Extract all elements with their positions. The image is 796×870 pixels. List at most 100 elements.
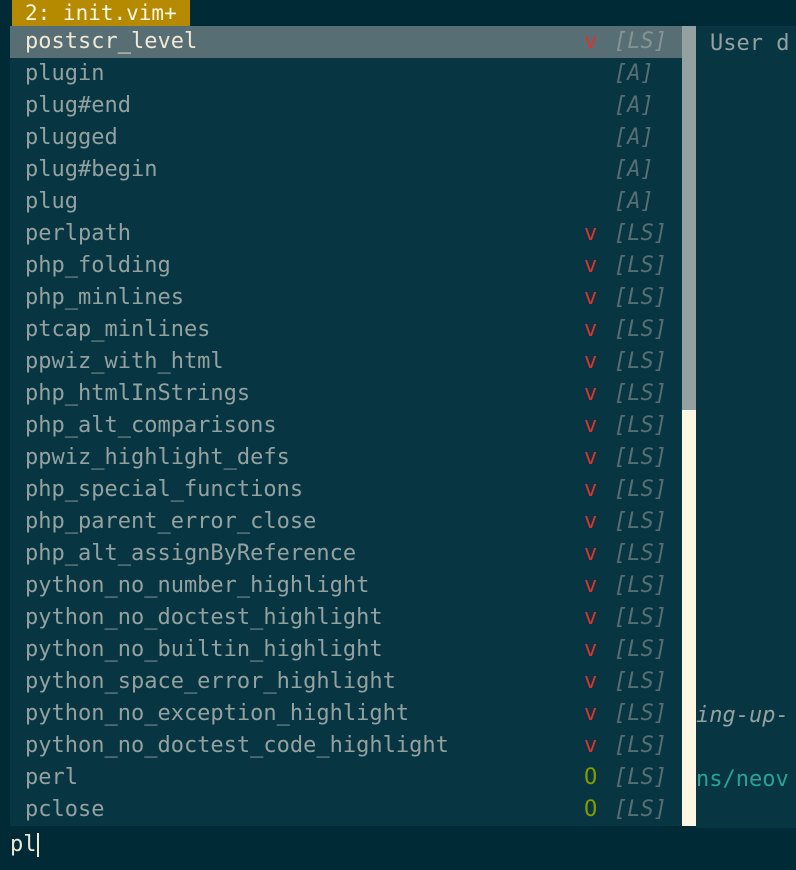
completion-source: [LS] [614, 221, 667, 246]
completion-item[interactable]: php_minlines v [LS] [10, 282, 682, 314]
completion-item[interactable]: ppwiz_highlight_defs v [LS] [10, 442, 682, 474]
completion-item[interactable]: php_parent_error_close v [LS] [10, 506, 682, 538]
completion-source: [A] [614, 125, 654, 150]
completion-word: perlpath [25, 221, 131, 246]
completion-source: [LS] [614, 541, 667, 566]
buffer-tab[interactable]: 2: init.vim+ [12, 0, 190, 26]
completion-word: python_no_builtin_highlight [25, 637, 383, 662]
completion-source: [LS] [614, 285, 667, 310]
completion-kind: v [584, 701, 598, 726]
text-cursor [37, 833, 39, 857]
completion-word: plug#begin [25, 157, 158, 182]
completion-item[interactable]: plug#begin [A] [10, 154, 682, 186]
completion-source: [LS] [614, 381, 667, 406]
completion-word: plugin [25, 61, 105, 86]
completion-item[interactable]: pclose O [LS] [10, 794, 682, 826]
completion-word: php_parent_error_close [25, 509, 317, 534]
completion-word: php_folding [25, 253, 171, 278]
completion-item[interactable]: python_no_number_highlight v [LS] [10, 570, 682, 602]
background-line-ing: ing-up- [696, 703, 789, 728]
completion-kind: v [584, 221, 598, 246]
completion-item[interactable]: plugin [A] [10, 58, 682, 90]
completion-source: [LS] [614, 797, 667, 822]
completion-item[interactable]: php_htmlInStrings v [LS] [10, 378, 682, 410]
completion-source: [LS] [614, 669, 667, 694]
completion-kind: O [584, 765, 598, 790]
completion-word: ppwiz_highlight_defs [25, 445, 290, 470]
completion-word: php_alt_comparisons [25, 413, 277, 438]
completion-word: perl [25, 765, 78, 790]
completion-item[interactable]: python_space_error_highlight v [LS] [10, 666, 682, 698]
completion-kind: v [584, 605, 598, 630]
completion-word: python_space_error_highlight [25, 669, 396, 694]
completion-kind: v [584, 29, 598, 54]
completion-item[interactable]: perlpath v [LS] [10, 218, 682, 250]
completion-item[interactable]: plug#end [A] [10, 90, 682, 122]
completion-popup-menu: postscr_level v [LS] plugin [A] plug#end [A] pl… [10, 26, 682, 826]
completion-word: python_no_doctest_code_highlight [25, 733, 449, 758]
completion-source: [LS] [614, 317, 667, 342]
completion-word: php_minlines [25, 285, 184, 310]
completion-item[interactable]: python_no_doctest_code_highlight v [LS] [10, 730, 682, 762]
completion-word: python_no_number_highlight [25, 573, 370, 598]
completion-kind: v [584, 733, 598, 758]
completion-kind: v [584, 317, 598, 342]
completion-source: [LS] [614, 509, 667, 534]
background-line-ns: ns/neov [696, 767, 789, 792]
completion-item[interactable]: php_alt_assignByReference v [LS] [10, 538, 682, 570]
completion-word: pclose [25, 797, 105, 822]
completion-item[interactable]: php_alt_comparisons v [LS] [10, 410, 682, 442]
completion-kind: v [584, 285, 598, 310]
completion-word: plug#end [25, 93, 131, 118]
completion-kind: v [584, 541, 598, 566]
completion-kind: v [584, 381, 598, 406]
completion-item[interactable]: plugged [A] [10, 122, 682, 154]
completion-source: [LS] [614, 573, 667, 598]
completion-source: [LS] [614, 349, 667, 374]
completion-source: [LS] [614, 253, 667, 278]
completion-word: php_htmlInStrings [25, 381, 251, 406]
completion-item[interactable]: ptcap_minlines v [LS] [10, 314, 682, 346]
completion-word: python_no_exception_highlight [25, 701, 410, 726]
completion-kind: v [584, 573, 598, 598]
completion-word: python_no_doctest_highlight [25, 605, 383, 630]
completion-kind: v [584, 253, 598, 278]
completion-source: [LS] [614, 733, 667, 758]
command-line[interactable] [0, 828, 796, 870]
completion-source: [LS] [614, 477, 667, 502]
completion-source: [A] [614, 189, 654, 214]
completion-word: plugged [25, 125, 118, 150]
completion-word: postscr_level [25, 29, 198, 54]
completion-source: [LS] [614, 765, 667, 790]
background-line-user: User d [710, 31, 790, 56]
completion-source: [LS] [614, 445, 667, 470]
completion-source: [A] [614, 61, 654, 86]
completion-source: [LS] [614, 605, 667, 630]
completion-item[interactable]: python_no_exception_highlight v [LS] [10, 698, 682, 730]
completion-item[interactable]: plug [A] [10, 186, 682, 218]
completion-item[interactable]: perl O [LS] [10, 762, 682, 794]
completion-source: [A] [614, 93, 654, 118]
completion-kind: v [584, 477, 598, 502]
popup-scrollbar-thumb[interactable] [682, 26, 696, 410]
completion-word: ppwiz_with_html [25, 349, 224, 374]
tabline: 2: init.vim+ [0, 0, 796, 26]
completion-kind: v [584, 445, 598, 470]
completion-item[interactable]: python_no_builtin_highlight v [LS] [10, 634, 682, 666]
completion-word: php_special_functions [25, 477, 304, 502]
completion-source: [LS] [614, 413, 667, 438]
completion-word: ptcap_minlines [25, 317, 211, 342]
completion-kind: v [584, 637, 598, 662]
completion-kind: v [584, 509, 598, 534]
completion-source: [LS] [614, 701, 667, 726]
completion-item[interactable]: php_folding v [LS] [10, 250, 682, 282]
completion-source: [A] [614, 157, 654, 182]
completion-word: php_alt_assignByReference [25, 541, 357, 566]
completion-word: plug [25, 189, 78, 214]
completion-item-selected[interactable]: postscr_level v [LS] [10, 26, 682, 58]
command-line-text[interactable]: pl [10, 830, 37, 860]
completion-source: [LS] [614, 637, 667, 662]
completion-item[interactable]: python_no_doctest_highlight v [LS] [10, 602, 682, 634]
completion-item[interactable]: ppwiz_with_html v [LS] [10, 346, 682, 378]
completion-item[interactable]: php_special_functions v [LS] [10, 474, 682, 506]
